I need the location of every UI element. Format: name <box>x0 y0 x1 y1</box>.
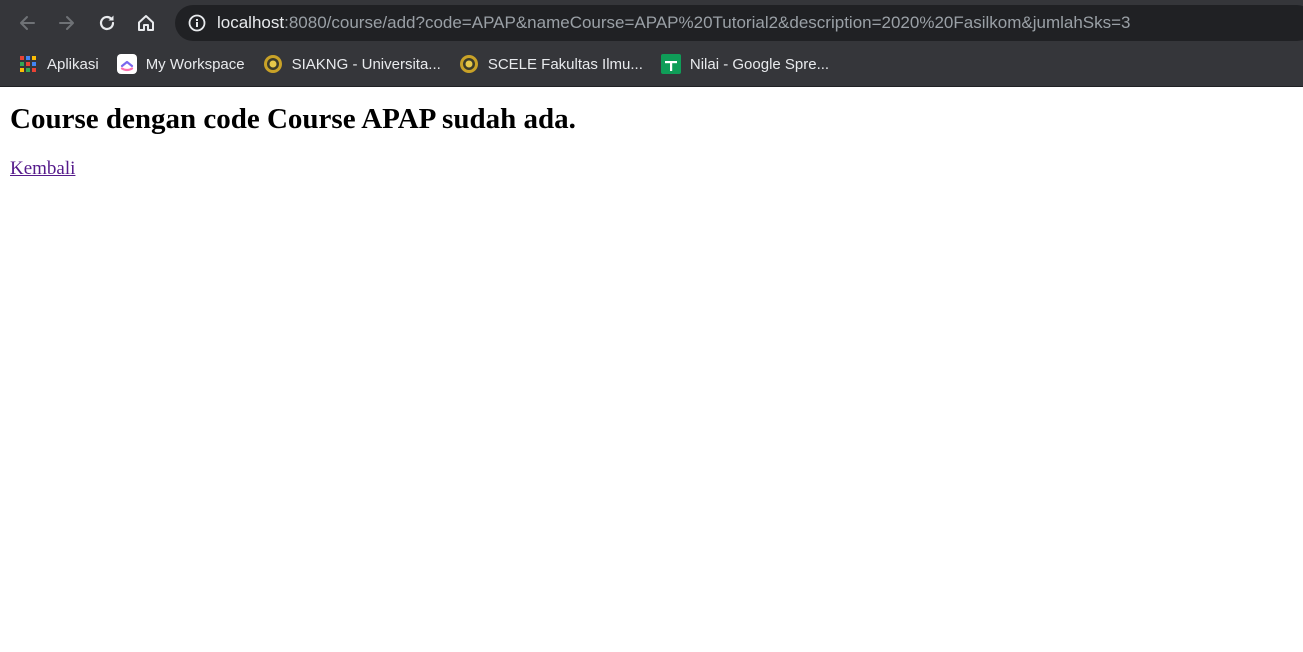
chrome-divider <box>0 86 1303 87</box>
bookmark-siakng[interactable]: SIAKNG - Universita... <box>254 50 450 78</box>
bookmark-label: My Workspace <box>145 55 245 73</box>
home-icon <box>138 15 154 31</box>
url-text[interactable]: localhost:8080/course/add?code=APAP&name… <box>217 13 1131 33</box>
home-button[interactable] <box>127 0 165 46</box>
back-arrow-icon <box>20 16 35 30</box>
ui-seal-icon <box>263 54 283 74</box>
forward-arrow-icon <box>59 16 74 30</box>
url-path: :8080/course/add?code=APAP&nameCourse=AP… <box>284 13 1131 32</box>
bookmark-label: SIAKNG - Universita... <box>291 55 441 73</box>
bookmark-label: Nilai - Google Spre... <box>689 55 830 73</box>
apps-grid-icon <box>18 54 38 74</box>
page-content: Course dengan code Course APAP sudah ada… <box>0 87 1303 192</box>
browser-chrome: localhost:8080/course/add?code=APAP&name… <box>0 0 1303 87</box>
bookmark-nilai-sheets[interactable]: Nilai - Google Spre... <box>652 50 838 78</box>
bookmark-label: Aplikasi <box>47 55 99 73</box>
address-bar[interactable]: localhost:8080/course/add?code=APAP&name… <box>175 5 1303 41</box>
ui-seal-icon <box>459 54 479 74</box>
url-host: localhost <box>217 13 285 32</box>
bookmark-scele[interactable]: SCELE Fakultas Ilmu... <box>450 50 652 78</box>
page-heading: Course dengan code Course APAP sudah ada… <box>10 103 576 135</box>
browser-toolbar: localhost:8080/course/add?code=APAP&name… <box>0 0 1303 46</box>
back-button[interactable] <box>7 0 47 46</box>
bookmark-my-workspace[interactable]: My Workspace <box>108 50 254 78</box>
bookmarks-bar: Aplikasi My Workspace SIAKNG - Universit… <box>0 46 1303 82</box>
google-sheets-icon <box>660 54 681 74</box>
bookmark-label: SCELE Fakultas Ilmu... <box>487 55 643 73</box>
forward-button[interactable] <box>47 0 87 46</box>
bookmark-aplikasi[interactable]: Aplikasi <box>9 50 108 78</box>
site-info-icon[interactable] <box>187 13 207 33</box>
reload-button[interactable] <box>87 0 127 46</box>
clickup-icon <box>116 54 137 74</box>
back-link[interactable]: Kembali <box>10 158 75 179</box>
reload-icon <box>99 15 115 31</box>
